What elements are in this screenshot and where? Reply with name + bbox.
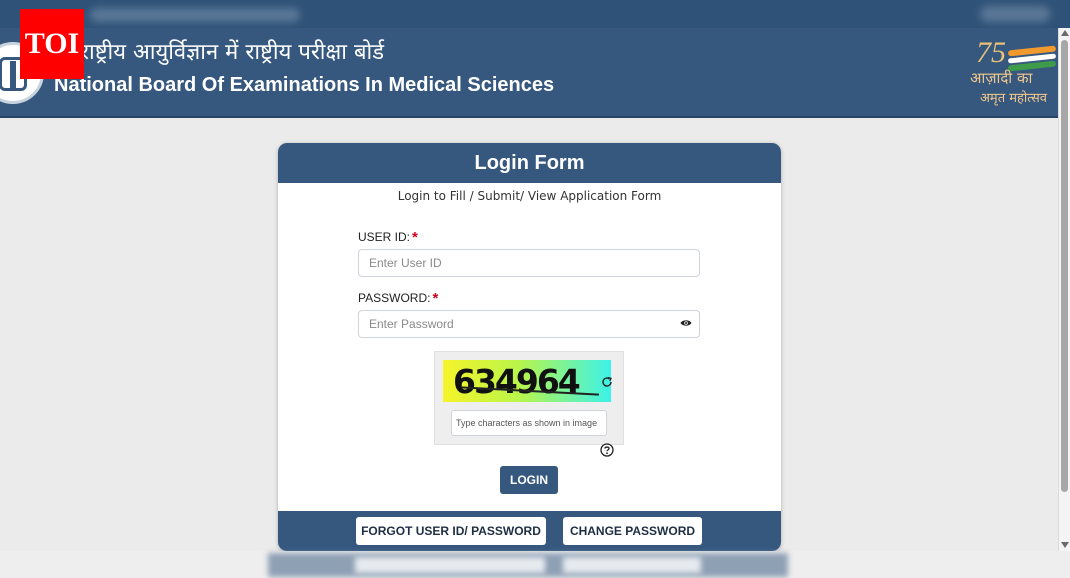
vertical-scrollbar[interactable] xyxy=(1058,28,1070,552)
change-password-button[interactable]: CHANGE PASSWORD xyxy=(563,517,702,545)
required-mark: * xyxy=(432,290,439,307)
captcha-input[interactable] xyxy=(451,410,607,436)
form-title: Login Form xyxy=(278,143,781,183)
scroll-up-arrow-icon[interactable] xyxy=(1061,30,1069,36)
login-button[interactable]: LOGIN xyxy=(500,466,558,494)
user-id-label: USER ID: * xyxy=(358,229,418,246)
scroll-thumb[interactable] xyxy=(1061,40,1068,492)
login-form-card: Login Form Login to Fill / Submit/ View … xyxy=(278,143,781,551)
blurred-text xyxy=(980,6,1050,22)
blurred-text xyxy=(90,8,300,22)
captcha-image: 634964 xyxy=(443,360,611,402)
site-header: राष्ट्रीय आयुर्विज्ञान में राष्ट्रीय परी… xyxy=(0,28,1058,118)
azadi-ka-amrit-mahotsav-logo: 75 आज़ादी का अमृत महोत्सव xyxy=(968,36,1058,110)
password-label: PASSWORD: * xyxy=(358,290,439,307)
question-icon[interactable] xyxy=(600,443,614,457)
bottom-blurred-strip xyxy=(0,551,1070,578)
form-subtitle: Login to Fill / Submit/ View Application… xyxy=(397,189,662,203)
form-footer: FORGOT USER ID/ PASSWORD CHANGE PASSWORD xyxy=(278,511,781,551)
refresh-icon[interactable] xyxy=(601,376,613,388)
eye-icon[interactable] xyxy=(680,319,692,327)
azadi-line1: आज़ादी का xyxy=(970,69,1033,87)
toi-badge: TOI xyxy=(20,9,84,79)
captcha-panel: 634964 xyxy=(434,351,624,445)
forgot-user-id-password-button[interactable]: FORGOT USER ID/ PASSWORD xyxy=(356,517,546,545)
scroll-down-arrow-icon[interactable] xyxy=(1061,542,1069,548)
top-blurred-strip xyxy=(0,0,1070,28)
required-mark: * xyxy=(412,229,418,246)
password-input[interactable] xyxy=(358,310,700,338)
captcha-code: 634964 xyxy=(453,362,581,401)
hindi-title: राष्ट्रीय आयुर्विज्ञान में राष्ट्रीय परी… xyxy=(80,40,385,65)
azadi-number: 75 xyxy=(976,36,1006,69)
azadi-line2: अमृत महोत्सव xyxy=(980,91,1048,106)
english-title: National Board Of Examinations In Medica… xyxy=(54,74,555,96)
user-id-input[interactable] xyxy=(358,249,700,277)
